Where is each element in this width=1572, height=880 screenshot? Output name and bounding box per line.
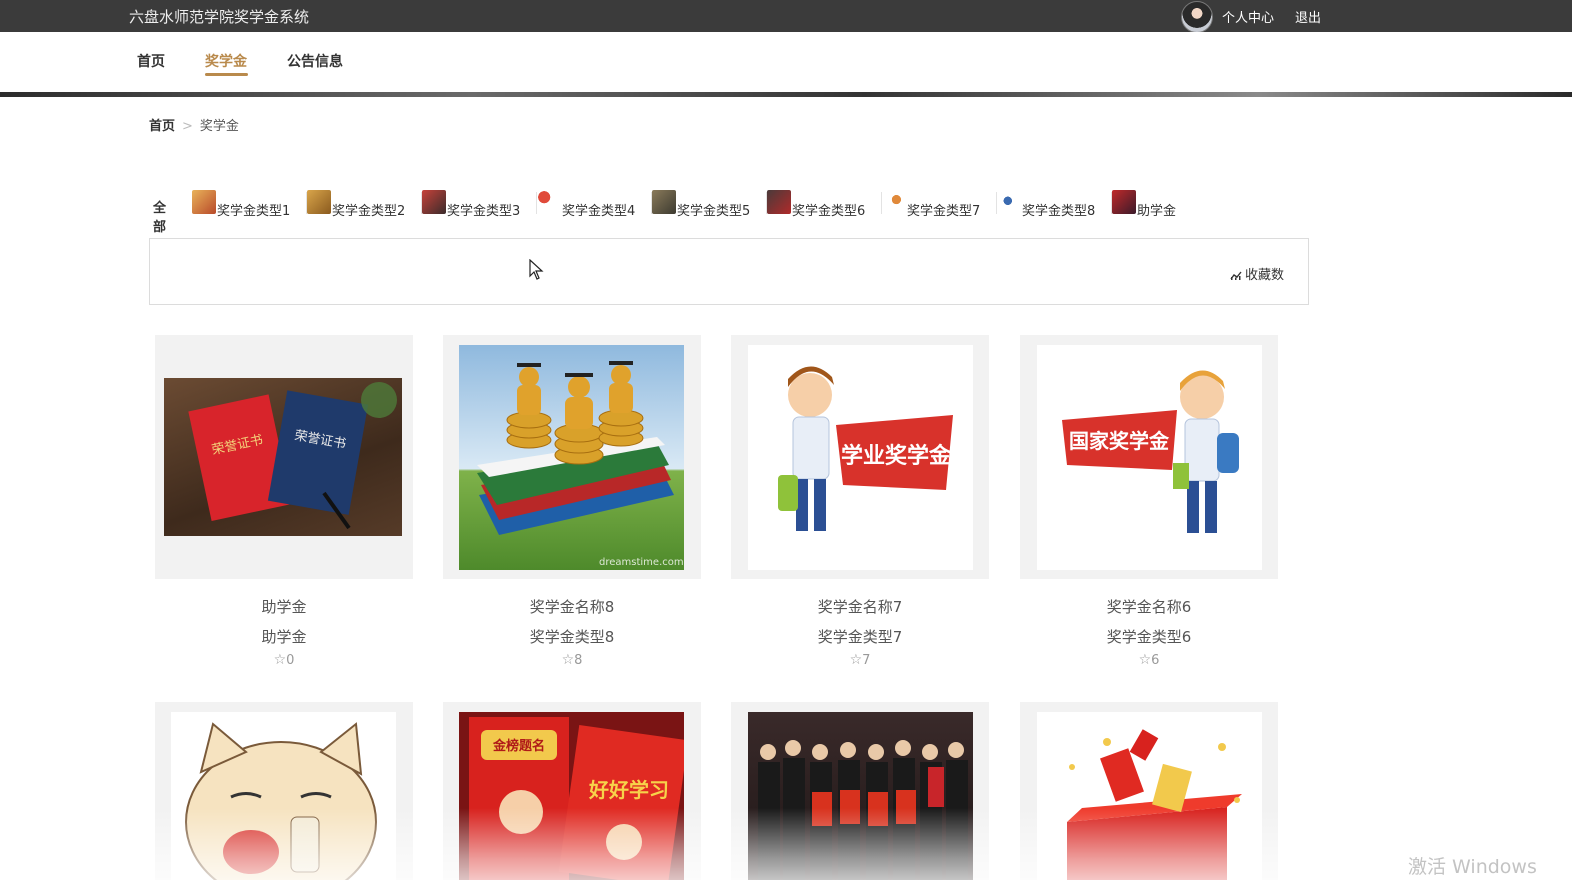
nav-announcements[interactable]: 公告信息 xyxy=(287,51,343,71)
card-image: 学业奖学金 xyxy=(748,345,973,570)
card-image: dreamstime.com xyxy=(459,345,684,570)
star-outline-icon: ☆ xyxy=(1138,652,1152,668)
banner-text: 学业奖学金 xyxy=(841,443,952,469)
category-thumbnail xyxy=(652,190,676,214)
student-banner-image: 学业奖学金 xyxy=(778,366,953,531)
favorite-count: 6 xyxy=(1151,653,1160,668)
category-label: 奖学金类型7 xyxy=(907,204,981,219)
nav-home[interactable]: 首页 xyxy=(137,51,165,71)
top-bar: 六盘水师范学院奖学金系统 个人中心 退出 xyxy=(0,0,1572,33)
card-type: 奖学金类型6 xyxy=(1106,628,1192,646)
category-thumbnail xyxy=(767,190,791,214)
envelope-text: 金榜题名 xyxy=(492,738,545,754)
breadcrumb-home[interactable]: 首页 xyxy=(149,119,175,134)
category-thumbnail xyxy=(192,190,216,214)
breadcrumb-separator: > xyxy=(182,119,193,134)
category-thumbnail xyxy=(422,190,446,214)
category-label: 助学金 xyxy=(1137,204,1177,219)
category-thumbnail xyxy=(882,190,906,214)
category-thumbnail xyxy=(307,190,331,214)
chart-icon xyxy=(1230,271,1242,280)
card-image: 国家奖学金 xyxy=(1037,345,1262,570)
card-favorites: ☆6 xyxy=(1020,652,1278,668)
nav-active-indicator xyxy=(205,73,248,76)
category-thumbnail xyxy=(1112,190,1136,214)
category-label: 奖学金类型4 xyxy=(562,204,636,219)
category-label: 奖学金类型6 xyxy=(792,204,866,219)
breadcrumb-current: 奖学金 xyxy=(199,119,239,134)
category-label: 奖学金类型3 xyxy=(447,204,521,219)
category-item[interactable]: 奖学金类型6 xyxy=(767,188,882,219)
category-label: 奖学金类型8 xyxy=(1022,204,1096,219)
card-name: 奖学金名称7 xyxy=(817,598,903,616)
card-type: 奖学金类型7 xyxy=(817,628,903,646)
card-favorites: ☆0 xyxy=(155,652,413,668)
star-outline-icon: ☆ xyxy=(849,652,863,668)
card-favorites: ☆7 xyxy=(731,652,989,668)
card-favorites: ☆8 xyxy=(443,652,701,668)
category-label: 奖学金类型1 xyxy=(217,204,291,219)
card-image: 荣誉证书 荣誉证书 xyxy=(164,378,402,536)
sort-by-favorites[interactable]: 收藏数 xyxy=(1230,264,1284,283)
certificate-image: 荣誉证书 荣誉证书 xyxy=(188,382,397,530)
category-item[interactable]: 助学金 xyxy=(1112,188,1192,219)
logout-link[interactable]: 退出 xyxy=(1295,7,1321,26)
category-item[interactable]: 奖学金类型2 xyxy=(307,188,422,219)
category-thumbnail xyxy=(997,190,1021,214)
main-nav: 首页 奖学金 公告信息 xyxy=(0,32,1572,92)
category-all[interactable]: 全部 xyxy=(153,197,166,235)
user-avatar[interactable] xyxy=(1181,1,1213,33)
category-item[interactable]: 奖学金类型5 xyxy=(652,188,767,219)
favorite-count: 8 xyxy=(574,653,583,668)
card-name: 奖学金名称6 xyxy=(1106,598,1192,616)
star-outline-icon: ☆ xyxy=(273,652,287,668)
category-label: 奖学金类型2 xyxy=(332,204,406,219)
sort-label: 收藏数 xyxy=(1244,268,1284,283)
star-outline-icon: ☆ xyxy=(561,652,575,668)
category-item[interactable]: 奖学金类型1 xyxy=(192,188,307,219)
windows-activation-watermark: 激活 Windows xyxy=(1408,856,1537,878)
category-label: 奖学金类型5 xyxy=(677,204,751,219)
system-title: 六盘水师范学院奖学金系统 xyxy=(129,8,310,26)
image-watermark: dreamstime.com xyxy=(599,557,684,568)
card-type: 助学金 xyxy=(261,628,307,646)
category-item[interactable]: 奖学金类型3 xyxy=(422,188,537,219)
category-item[interactable]: 奖学金类型4 xyxy=(537,188,652,219)
user-center-link[interactable]: 个人中心 xyxy=(1222,7,1274,26)
banner-strip xyxy=(0,92,1572,97)
student-banner-image: 国家奖学金 xyxy=(1062,370,1239,533)
banner-text: 国家奖学金 xyxy=(1069,429,1170,453)
mouse-cursor-icon xyxy=(529,259,544,280)
card-name: 奖学金名称8 xyxy=(529,598,615,616)
category-item[interactable]: 奖学金类型7 xyxy=(882,188,997,219)
category-item[interactable]: 奖学金类型8 xyxy=(997,188,1112,219)
envelope-text: 好好学习 xyxy=(588,778,669,802)
bottom-fade-overlay xyxy=(0,808,1572,880)
breadcrumb: 首页 > 奖学金 xyxy=(149,115,239,134)
card-type: 奖学金类型8 xyxy=(529,628,615,646)
category-thumbnail xyxy=(537,190,561,214)
sort-bar: 收藏数 xyxy=(149,238,1309,305)
card-name: 助学金 xyxy=(261,598,307,616)
nav-scholarship[interactable]: 奖学金 xyxy=(205,51,247,71)
books-coins-image: dreamstime.com xyxy=(477,361,684,568)
favorite-count: 7 xyxy=(862,653,871,668)
favorite-count: 0 xyxy=(286,653,295,668)
